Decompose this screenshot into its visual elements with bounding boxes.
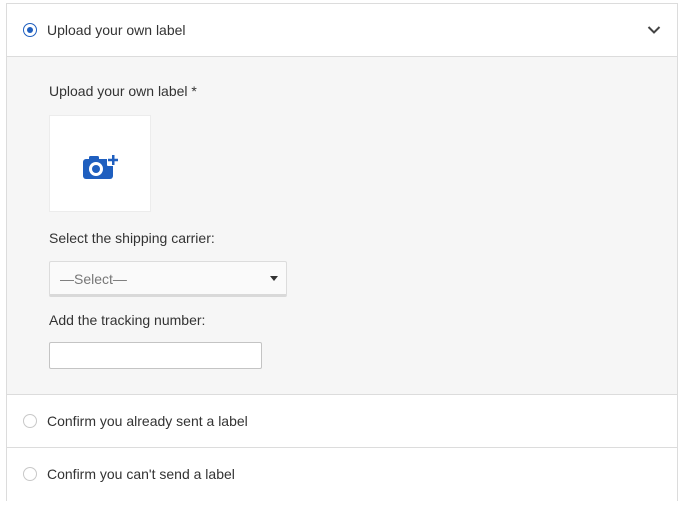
carrier-select-value: —Select— [60, 271, 127, 287]
upload-option-label[interactable]: Upload your own label [47, 22, 186, 38]
upload-label-section: Upload your own label * Select the shipp… [7, 57, 677, 395]
camera-add-icon [83, 154, 119, 179]
tracking-number-input[interactable] [49, 342, 262, 369]
confirm-sent-label[interactable]: Confirm you already sent a label [47, 413, 248, 429]
option-confirm-sent[interactable]: Confirm you already sent a label [7, 396, 677, 448]
chevron-down-icon[interactable] [647, 25, 661, 35]
confirm-sent-radio[interactable] [23, 414, 37, 428]
carrier-label: Select the shipping carrier: [49, 230, 215, 246]
option-cannot-send[interactable]: Confirm you can't send a label [7, 449, 677, 501]
return-label-options-panel: Upload your own label Upload your own la… [6, 3, 678, 501]
cannot-send-label[interactable]: Confirm you can't send a label [47, 466, 235, 482]
cannot-send-radio[interactable] [23, 467, 37, 481]
caret-down-icon [270, 276, 278, 281]
upload-image-button[interactable] [49, 115, 151, 212]
tracking-label: Add the tracking number: [49, 312, 206, 328]
option-upload-header[interactable]: Upload your own label [7, 4, 677, 57]
upload-option-radio[interactable] [23, 23, 37, 37]
carrier-select[interactable]: —Select— [49, 261, 287, 297]
upload-label-heading: Upload your own label * [49, 83, 197, 99]
